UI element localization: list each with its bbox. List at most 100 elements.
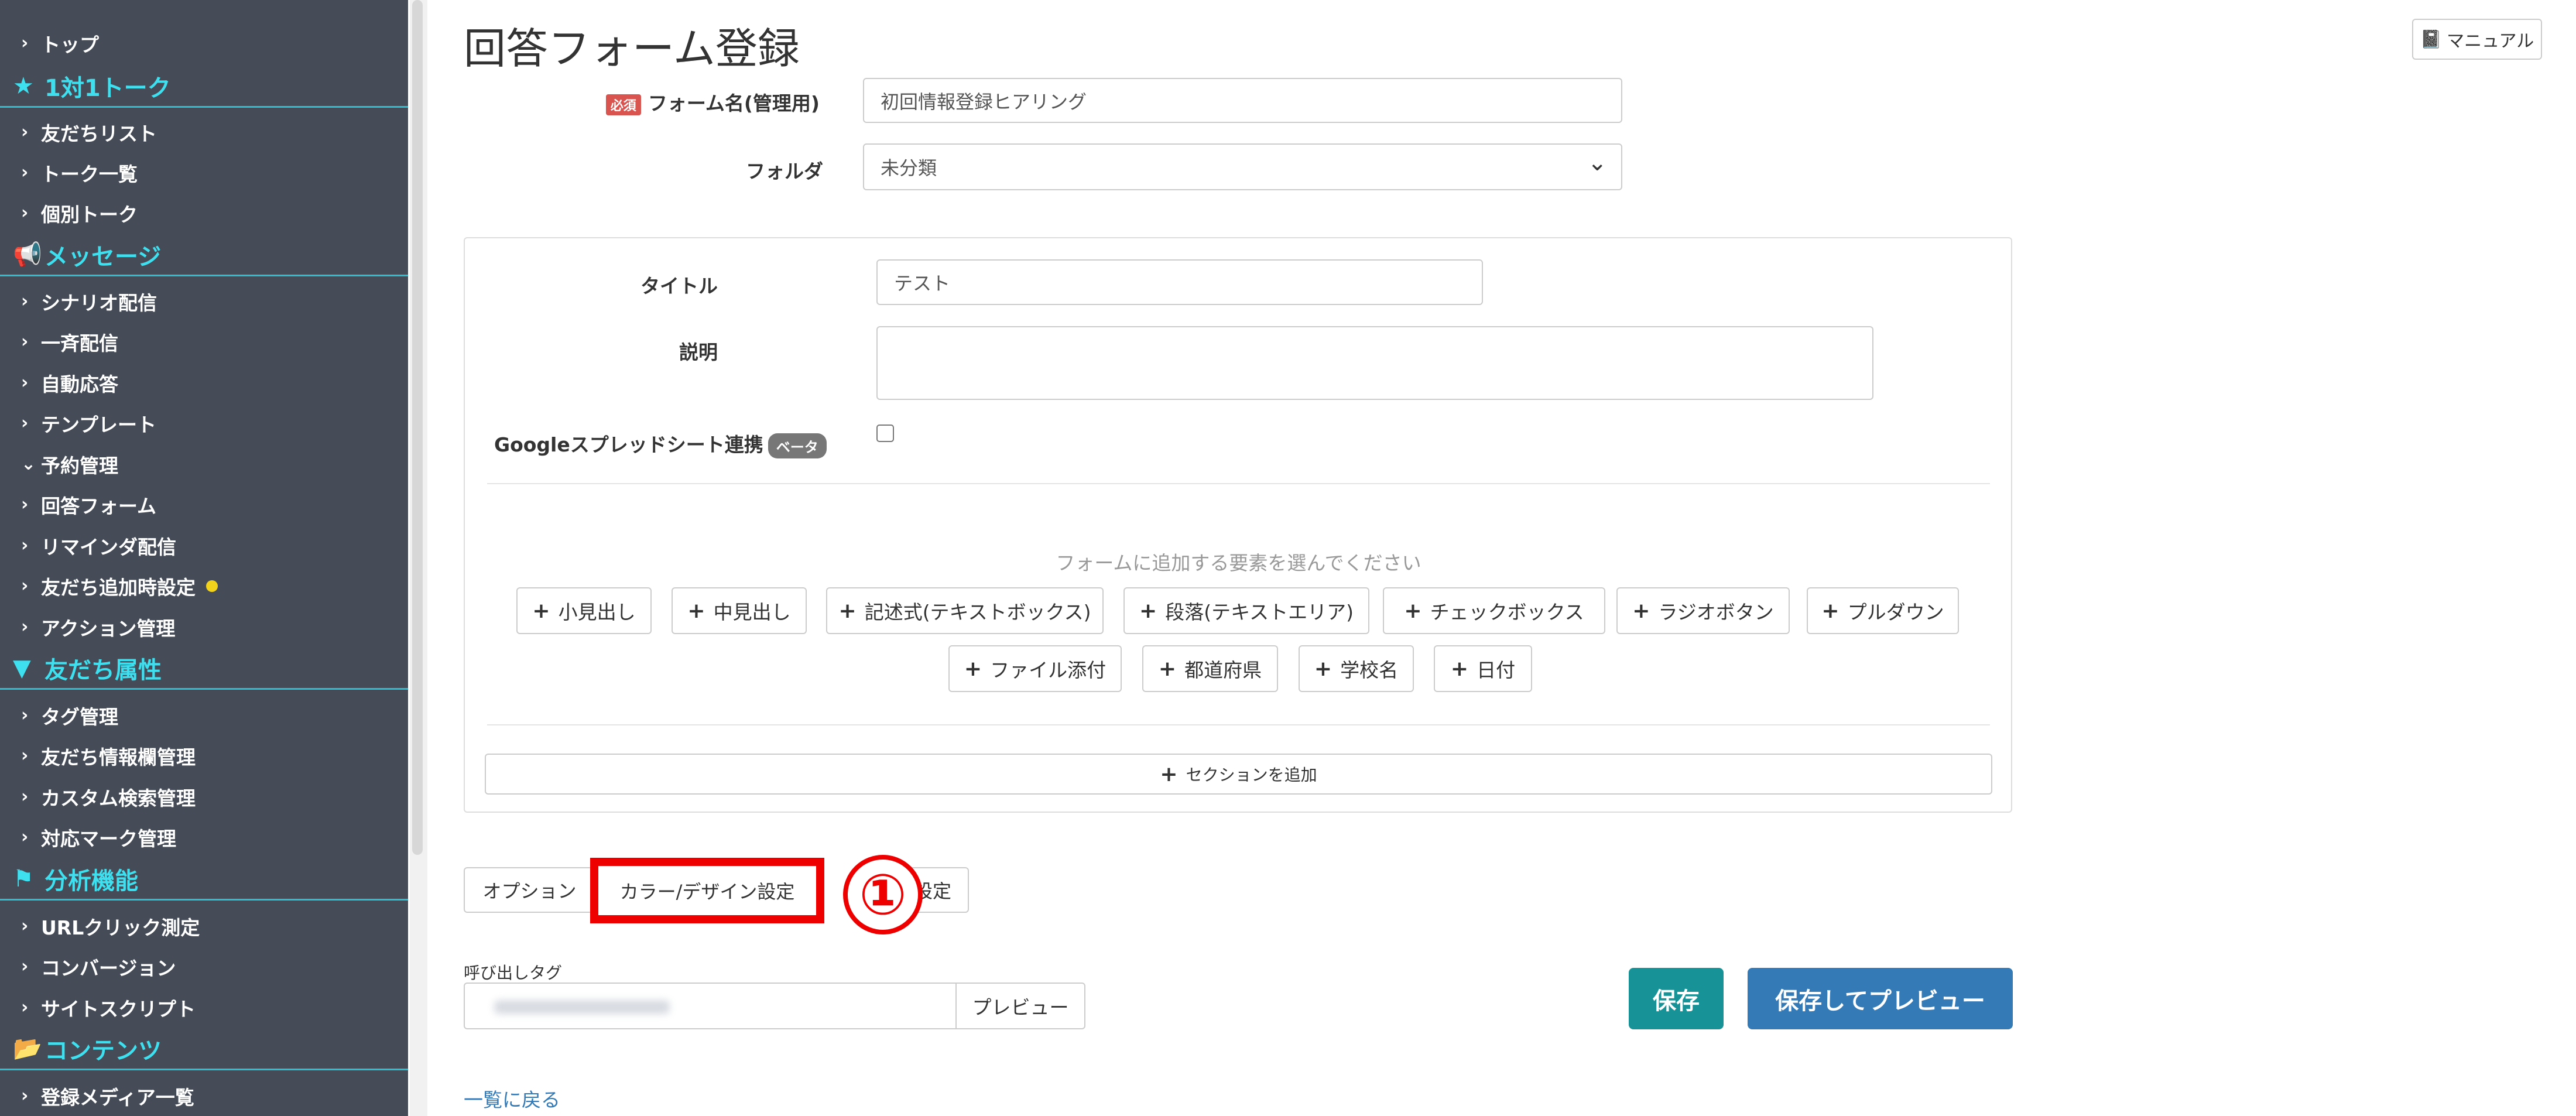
plus-icon: + [532, 598, 550, 623]
form-name-label: 必須 フォーム名(管理用) [585, 88, 820, 116]
required-badge: 必須 [605, 94, 641, 115]
add-radio-button[interactable]: + ラジオボタン [1616, 587, 1790, 634]
folder-label: フォルダ [746, 160, 823, 183]
chevron-right-icon: › [21, 997, 29, 1018]
plus-icon: + [1158, 656, 1177, 681]
add-medium-heading-button[interactable]: + 中見出し [672, 587, 807, 634]
chevron-right-icon: › [21, 1086, 29, 1106]
sidebar-item-friend-info-fields[interactable]: › 友だち情報欄管理 [0, 736, 408, 775]
description-textarea[interactable] [876, 326, 1873, 400]
calltag-label: 呼び出しタグ [464, 963, 563, 983]
plus-icon: + [1314, 656, 1332, 681]
calltag-input[interactable] [464, 983, 957, 1029]
sidebar-item-friend-add-settings[interactable]: › 友だち追加時設定 [0, 566, 408, 605]
sidebar-item-site-script[interactable]: › サイトスクリプト [0, 988, 408, 1027]
sidebar-item-action-management[interactable]: › アクション管理 [0, 607, 408, 646]
book-icon: 📓 [2420, 29, 2443, 50]
sidebar-heading-message[interactable]: 📢 メッセージ [0, 234, 408, 276]
description-label: 説明 [679, 341, 718, 364]
sidebar-heading-contents[interactable]: 📂 コンテンツ [0, 1028, 408, 1070]
plus-icon: + [1139, 598, 1157, 623]
chevron-right-icon: › [21, 331, 29, 352]
title-label: タイトル [640, 275, 718, 297]
form-builder-panel: タイトル テスト 説明 Googleスプレッドシート連携 ベータ フォームに追加す… [464, 237, 2012, 813]
sidebar-item-auto-reply[interactable]: › 自動応答 [0, 363, 408, 402]
title-input[interactable]: テスト [876, 259, 1483, 305]
sidebar-item-broadcast[interactable]: › 一斉配信 [0, 322, 408, 361]
chevron-right-icon: › [21, 745, 29, 766]
add-date-button[interactable]: + 日付 [1434, 645, 1532, 692]
sidebar-item-template[interactable]: › テンプレート [0, 403, 408, 443]
chevron-right-icon: › [21, 535, 29, 556]
plus-icon: + [1821, 598, 1839, 623]
sidebar-item-answer-form[interactable]: › 回答フォーム [0, 485, 408, 524]
chevron-right-icon: › [21, 203, 29, 223]
tab-options[interactable]: オプション [464, 867, 595, 913]
chevron-right-icon: › [21, 956, 29, 977]
chevron-right-icon: › [21, 33, 29, 53]
folder-select[interactable]: 未分類 [863, 143, 1622, 190]
calltag-preview-button[interactable]: プレビュー [955, 983, 1085, 1029]
filter-icon: ▼ [13, 654, 31, 682]
star-icon: ★ [13, 72, 34, 100]
plus-icon: + [1450, 656, 1469, 681]
chevron-right-icon: › [21, 413, 29, 433]
sidebar-item-tags[interactable]: › タグ管理 [0, 696, 408, 735]
chevron-right-icon: › [21, 705, 29, 725]
chevron-right-icon: › [21, 291, 29, 311]
sidebar-heading-friend-attributes[interactable]: ▼ 友だち属性 [0, 648, 408, 690]
add-pulldown-button[interactable]: + プルダウン [1807, 587, 1959, 634]
chevron-right-icon: › [21, 122, 29, 142]
plus-icon: + [1404, 598, 1422, 623]
sidebar-item-reservation[interactable]: ⌄ 予約管理 [0, 444, 408, 484]
sidebar-item-top[interactable]: › トップ [0, 23, 408, 63]
plus-icon: + [964, 656, 982, 681]
add-textarea-button[interactable]: + 段落(テキストエリア) [1123, 587, 1369, 634]
divider [487, 724, 1990, 725]
sidebar-item-friend-list[interactable]: › 友だちリスト [0, 112, 408, 152]
blurred-tag-value [494, 1000, 670, 1014]
chevron-right-icon: › [21, 617, 29, 637]
chevron-right-icon: › [21, 576, 29, 596]
sidebar: › トップ ★ 1対1トーク › 友だちリスト › トーク一覧 › 個別トーク 📢 メッセー… [0, 0, 408, 1116]
sidebar-item-individual-talk[interactable]: › 個別トーク [0, 193, 408, 232]
tab-color-design[interactable]: カラー/デザイン設定 [590, 858, 824, 923]
sidebar-heading-talk[interactable]: ★ 1対1トーク [0, 66, 408, 108]
chevron-right-icon: › [21, 786, 29, 807]
sidebar-item-media-list[interactable]: › 登録メディア一覧 [0, 1076, 408, 1115]
form-name-input[interactable]: 初回情報登録ヒアリング [863, 78, 1622, 123]
step-marker: ① [843, 855, 923, 934]
save-button[interactable]: 保存 [1629, 968, 1724, 1029]
chevron-right-icon: › [21, 162, 29, 183]
google-sheets-checkbox[interactable] [876, 425, 894, 442]
manual-button[interactable]: 📓 マニュアル [2412, 19, 2542, 60]
sidebar-item-conversion[interactable]: › コンバージョン [0, 947, 408, 986]
add-school-name-button[interactable]: + 学校名 [1299, 645, 1414, 692]
save-and-preview-button[interactable]: 保存してプレビュー [1748, 968, 2013, 1029]
chevron-right-icon: › [21, 494, 29, 515]
sidebar-item-label: トップ [41, 33, 99, 56]
add-textbox-button[interactable]: + 記述式(テキストボックス) [826, 587, 1104, 634]
sidebar-item-response-marks[interactable]: › 対応マーク管理 [0, 817, 408, 857]
add-prefecture-button[interactable]: + 都道府県 [1142, 645, 1278, 692]
sidebar-scrollbar[interactable] [412, 0, 423, 855]
plus-icon: + [1632, 598, 1650, 623]
chevron-right-icon: › [21, 916, 29, 936]
page-title: 回答フォーム登録 [464, 24, 800, 73]
sidebar-heading-analytics[interactable]: ⚑ 分析機能 [0, 858, 408, 901]
back-to-list-link[interactable]: 一覧に戻る [464, 1084, 560, 1112]
sidebar-item-reminder[interactable]: › リマインダ配信 [0, 526, 408, 565]
sidebar-item-url-click[interactable]: › URLクリック測定 [0, 906, 408, 946]
sidebar-item-talk-list[interactable]: › トーク一覧 [0, 153, 408, 192]
plus-icon: + [1160, 762, 1178, 786]
chevron-right-icon: › [21, 827, 29, 847]
plus-icon: + [687, 598, 705, 623]
add-file-attachment-button[interactable]: + ファイル添付 [948, 645, 1122, 692]
add-checkbox-button[interactable]: + チェックボックス [1383, 587, 1605, 634]
sidebar-item-custom-search[interactable]: › カスタム検索管理 [0, 777, 408, 816]
add-section-button[interactable]: + セクションを追加 [485, 754, 1992, 795]
elements-hint: フォームに追加する要素を選んでください [1056, 552, 1421, 574]
google-sheets-label: Googleスプレッドシート連携 ベータ [494, 429, 864, 458]
sidebar-item-scenario[interactable]: › シナリオ配信 [0, 282, 408, 321]
add-small-heading-button[interactable]: + 小見出し [516, 587, 652, 634]
